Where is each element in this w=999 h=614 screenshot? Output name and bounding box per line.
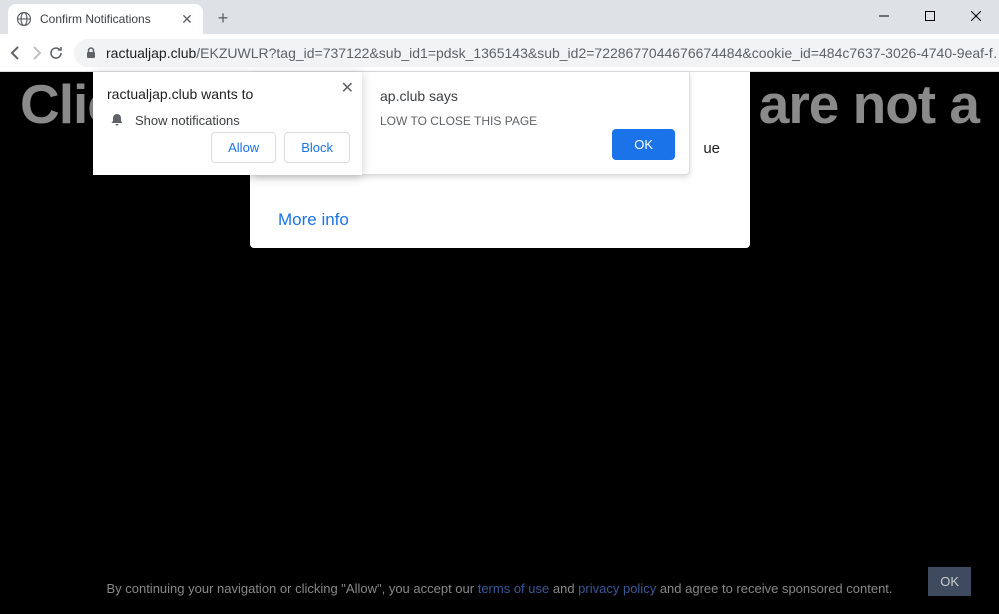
window-titlebar: Confirm Notifications ✕ +: [0, 0, 999, 34]
cookie-footer: By continuing your navigation or clickin…: [0, 579, 999, 599]
block-button[interactable]: Block: [284, 132, 350, 163]
continue-text-fragment: ue: [703, 140, 720, 157]
browser-tab[interactable]: Confirm Notifications ✕: [8, 4, 203, 34]
footer-ok-button[interactable]: OK: [928, 567, 971, 596]
forward-button[interactable]: [28, 39, 44, 67]
close-icon[interactable]: ✕: [341, 78, 354, 98]
new-tab-button[interactable]: +: [209, 4, 237, 32]
notification-title: ractualjap.club wants to: [107, 86, 348, 102]
notification-permission-popup: ✕ ractualjap.club wants to Show notifica…: [93, 72, 362, 175]
privacy-link[interactable]: privacy policy: [578, 581, 656, 596]
minimize-button[interactable]: [861, 0, 907, 32]
window-controls: [861, 0, 999, 34]
alert-title: ap.club says: [380, 88, 673, 104]
browser-toolbar: ractualjap.club/EKZUWLR?tag_id=737122&su…: [0, 34, 999, 72]
bell-icon: [109, 112, 125, 128]
tab-close-icon[interactable]: ✕: [179, 11, 195, 27]
allow-button[interactable]: Allow: [211, 132, 276, 163]
alert-ok-button[interactable]: OK: [612, 129, 675, 160]
terms-link[interactable]: terms of use: [478, 581, 550, 596]
url-text: ractualjap.club/EKZUWLR?tag_id=737122&su…: [106, 45, 999, 61]
lock-icon: [84, 46, 98, 60]
page-content: Clic u are not a ue More info ap.club sa…: [0, 72, 999, 614]
globe-icon: [16, 11, 32, 27]
reload-button[interactable]: [48, 39, 64, 67]
alert-message: LOW TO CLOSE THIS PAGE: [380, 114, 673, 128]
address-bar[interactable]: ractualjap.club/EKZUWLR?tag_id=737122&su…: [74, 39, 999, 67]
notification-text: Show notifications: [135, 113, 240, 128]
window-close-button[interactable]: [953, 0, 999, 32]
more-info-link[interactable]: More info: [278, 210, 349, 230]
maximize-button[interactable]: [907, 0, 953, 32]
back-button[interactable]: [8, 39, 24, 67]
tab-title: Confirm Notifications: [40, 12, 171, 26]
